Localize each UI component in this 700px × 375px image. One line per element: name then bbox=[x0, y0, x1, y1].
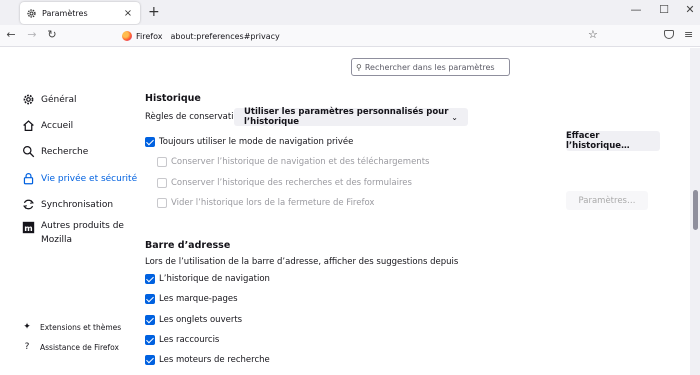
suggest-shortcuts-checkbox[interactable]: Les raccourcis bbox=[145, 335, 219, 345]
sidebar-item-extensions[interactable]: ✦ Extensions et thèmes bbox=[22, 322, 121, 332]
firefox-icon bbox=[122, 31, 132, 41]
retention-rules-label: Règles de conservation bbox=[145, 112, 245, 122]
remember-history-checkbox[interactable]: Conserver l’historique de navigation et … bbox=[157, 157, 429, 167]
suggest-engines-checkbox[interactable]: Les moteurs de recherche bbox=[145, 355, 270, 365]
checkbox-label: Vider l’historique lors de la fermeture … bbox=[171, 198, 375, 208]
suggest-open-tabs-checkbox[interactable]: Les onglets ouverts bbox=[145, 315, 242, 325]
forward-button[interactable]: → bbox=[24, 28, 40, 41]
maximize-button[interactable]: ☐ bbox=[654, 3, 674, 16]
close-window-button[interactable]: ✕ bbox=[680, 3, 700, 16]
checkbox-checked[interactable] bbox=[145, 137, 155, 147]
search-icon bbox=[22, 145, 35, 158]
sidebar-item-label: Accueil bbox=[41, 120, 74, 131]
checkbox-unchecked[interactable] bbox=[157, 157, 167, 167]
checkbox-checked[interactable] bbox=[145, 274, 155, 284]
remember-search-checkbox[interactable]: Conserver l’historique des recherches et… bbox=[157, 178, 412, 188]
back-button[interactable]: ← bbox=[3, 28, 19, 41]
sidebar-item-privacy[interactable]: Vie privée et sécurité bbox=[22, 172, 137, 185]
url-bar[interactable]: Firefox about:preferences#privacy bbox=[115, 27, 610, 45]
history-heading: Historique bbox=[145, 93, 201, 104]
gear-icon bbox=[22, 93, 35, 106]
checkbox-label: Toujours utiliser le mode de navigation … bbox=[159, 137, 354, 147]
app-menu-button[interactable]: ≡ bbox=[684, 28, 693, 41]
extensions-icon: ✦ bbox=[23, 322, 31, 332]
checkbox-checked[interactable] bbox=[145, 294, 155, 304]
minimize-button[interactable]: — bbox=[626, 3, 646, 16]
lock-icon bbox=[22, 172, 35, 185]
svg-text:m: m bbox=[24, 223, 32, 233]
sidebar-item-home[interactable]: Accueil bbox=[22, 119, 73, 132]
pocket-icon[interactable] bbox=[664, 30, 674, 39]
suggest-history-checkbox[interactable]: L’historique de navigation bbox=[145, 274, 270, 284]
url-text[interactable]: about:preferences#privacy bbox=[170, 32, 279, 41]
checkbox-checked[interactable] bbox=[145, 355, 155, 365]
history-mode-value: Utiliser les paramètres personnalisés po… bbox=[244, 107, 449, 127]
checkbox-label: Conserver l’historique des recherches et… bbox=[171, 178, 412, 188]
checkbox-label: Les onglets ouverts bbox=[159, 315, 243, 325]
sidebar-item-mozilla[interactable]: m Autres produits de Mozilla bbox=[22, 219, 132, 247]
sidebar-item-help[interactable]: ? Assistance de Firefox bbox=[22, 342, 119, 352]
sidebar-item-sync[interactable]: Synchronisation bbox=[22, 198, 113, 211]
clear-on-close-checkbox[interactable]: Vider l’historique lors de la fermeture … bbox=[157, 198, 374, 208]
history-settings-button[interactable]: Paramètres… bbox=[566, 191, 648, 210]
checkbox-label: Conserver l’historique de navigation et … bbox=[171, 157, 430, 167]
scrollbar-thumb[interactable] bbox=[693, 190, 698, 230]
sidebar-footer-label: Extensions et thèmes bbox=[40, 322, 122, 332]
search-icon: ⚲ bbox=[356, 62, 362, 72]
checkbox-unchecked[interactable] bbox=[157, 198, 167, 208]
gear-icon bbox=[27, 8, 36, 18]
tab-settings[interactable]: Paramètres × bbox=[20, 2, 140, 24]
sidebar-item-search[interactable]: Recherche bbox=[22, 145, 88, 158]
sidebar-item-general[interactable]: Général bbox=[22, 93, 76, 106]
sidebar-item-label: Synchronisation bbox=[41, 199, 114, 210]
bookmark-star-icon[interactable]: ☆ bbox=[588, 28, 598, 41]
search-input[interactable]: ⚲ Rechercher dans les paramètres bbox=[351, 58, 510, 76]
tab-strip: Paramètres × + — ☐ ✕ bbox=[0, 0, 700, 25]
checkbox-checked[interactable] bbox=[145, 335, 155, 345]
sidebar-item-label: Autres produits de Mozilla bbox=[41, 221, 124, 245]
address-bar-heading: Barre d’adresse bbox=[145, 240, 231, 251]
sidebar-footer-label: Assistance de Firefox bbox=[40, 342, 119, 352]
close-tab-icon[interactable]: × bbox=[122, 8, 134, 19]
address-bar-description: Lors de l’utilisation de la barre d’adre… bbox=[145, 257, 459, 267]
history-mode-select[interactable]: Utiliser les paramètres personnalisés po… bbox=[234, 107, 468, 127]
reload-button[interactable]: ↻ bbox=[44, 28, 60, 41]
clear-history-button[interactable]: Effacer l’historique… bbox=[566, 131, 660, 151]
chevron-down-icon: ⌄ bbox=[451, 112, 458, 122]
checkbox-label: Les moteurs de recherche bbox=[159, 355, 270, 365]
sync-icon bbox=[22, 198, 35, 211]
home-icon bbox=[22, 119, 35, 132]
search-placeholder: Rechercher dans les paramètres bbox=[364, 62, 495, 72]
navigation-bar: ← → ↻ Firefox about:preferences#privacy … bbox=[0, 25, 700, 47]
sidebar-item-label: Vie privée et sécurité bbox=[41, 173, 138, 184]
suggest-bookmarks-checkbox[interactable]: Les marque-pages bbox=[145, 294, 238, 304]
sidebar-item-label: Général bbox=[41, 94, 77, 105]
checkbox-label: Les marque-pages bbox=[159, 294, 238, 304]
checkbox-label: L’historique de navigation bbox=[159, 274, 270, 284]
help-icon: ? bbox=[24, 342, 30, 352]
identity-label: Firefox bbox=[136, 31, 163, 41]
new-tab-button[interactable]: + bbox=[148, 4, 160, 20]
always-private-checkbox[interactable]: Toujours utiliser le mode de navigation … bbox=[145, 137, 353, 147]
mozilla-icon: m bbox=[22, 221, 35, 234]
sidebar-item-label: Recherche bbox=[41, 146, 89, 157]
preferences-content: ⚲ Rechercher dans les paramètres Général… bbox=[0, 48, 690, 375]
checkbox-unchecked[interactable] bbox=[157, 178, 167, 188]
checkbox-checked[interactable] bbox=[145, 315, 155, 325]
checkbox-label: Les raccourcis bbox=[159, 335, 220, 345]
tab-title: Paramètres bbox=[42, 8, 88, 18]
